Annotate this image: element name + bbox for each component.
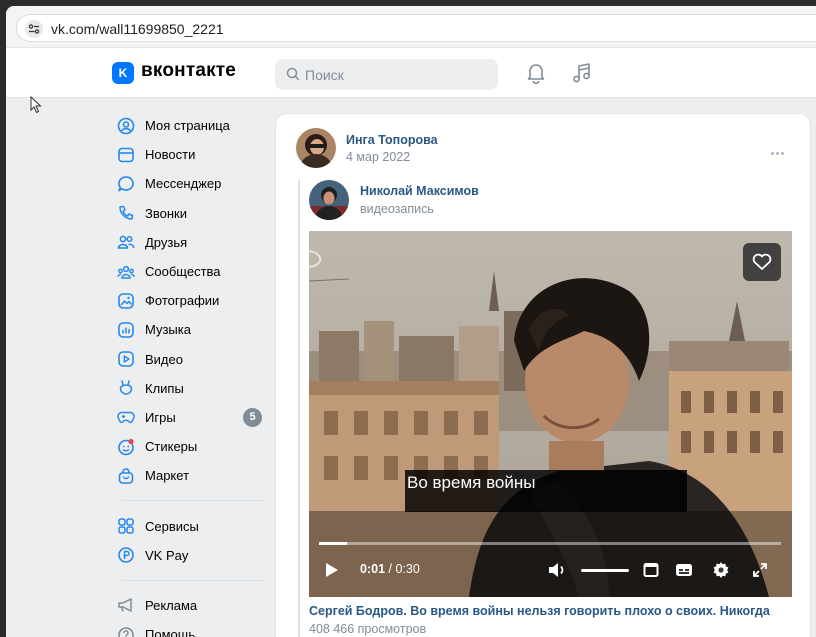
search-field[interactable]: Поиск xyxy=(275,59,498,90)
video-progress-fill xyxy=(319,542,347,545)
video-title-link[interactable]: Сергей Бодров. Во время войны нельзя гов… xyxy=(309,604,770,618)
video-icon xyxy=(116,349,136,369)
sidebar-item-market[interactable]: Маркет xyxy=(112,461,272,490)
heart-icon xyxy=(752,253,772,270)
notifications-bell-icon[interactable] xyxy=(526,62,546,84)
sticker-icon xyxy=(116,437,136,457)
sidebar-item-calls[interactable]: Звонки xyxy=(112,199,272,228)
sidebar-item-photos[interactable]: Фотографии xyxy=(112,286,272,315)
post-card: Инга Топорова 4 мар 2022 Николай Максимо… xyxy=(275,113,811,637)
volume-slider[interactable] xyxy=(581,569,629,572)
sidebar-item-label: VK Pay xyxy=(145,547,189,563)
services-icon xyxy=(116,516,136,536)
vk-logo-icon[interactable]: K xyxy=(112,62,134,84)
sidebar-item-label: Сервисы xyxy=(145,518,199,534)
user-circle-icon xyxy=(116,116,136,136)
browser-toolbar: vk.com/wall11699850_2221 xyxy=(6,6,816,48)
sidebar-item-communities[interactable]: Сообщества xyxy=(112,257,272,286)
sidebar-divider xyxy=(122,500,266,502)
address-bar[interactable]: vk.com/wall11699850_2221 xyxy=(16,14,816,42)
post-date[interactable]: 4 мар 2022 xyxy=(346,150,410,164)
sidebar-item-ads[interactable]: Реклама xyxy=(112,591,272,620)
sidebar-item-label: Клипы xyxy=(145,380,184,396)
mouse-cursor-icon xyxy=(30,96,42,114)
vkpay-icon xyxy=(116,545,136,565)
sidebar-item-label: Видео xyxy=(145,351,183,367)
repost-type-label: видеозапись xyxy=(360,202,434,216)
sidebar-item-label: Сообщества xyxy=(145,264,221,280)
sidebar-item-music[interactable]: Музыка xyxy=(112,315,272,344)
author-avatar[interactable] xyxy=(296,128,336,168)
sidebar-item-label: Музыка xyxy=(145,322,191,338)
post-author-name[interactable]: Инга Топорова xyxy=(346,133,438,147)
video-time-total: 0:30 xyxy=(395,562,420,576)
help-icon xyxy=(116,625,136,637)
games-count-badge: 5 xyxy=(243,407,262,427)
sidebar-item-label: Реклама xyxy=(145,597,198,613)
message-bubble-icon xyxy=(116,174,136,194)
photo-icon xyxy=(116,291,136,311)
sidebar-item-label: Новости xyxy=(145,147,196,163)
video-view-count: 408 466 просмотров xyxy=(309,622,427,636)
vk-header: K вконтакте Поиск xyxy=(6,48,816,98)
search-icon xyxy=(286,67,300,81)
sidebar-item-stickers[interactable]: Стикеры xyxy=(112,432,272,461)
settings-gear-icon[interactable] xyxy=(712,561,730,579)
bag-icon xyxy=(116,466,136,486)
sidebar-item-vkpay[interactable]: VK Pay xyxy=(112,541,272,570)
clips-icon xyxy=(116,378,136,398)
sidebar-item-label: Стикеры xyxy=(145,439,198,455)
subtitles-icon[interactable] xyxy=(675,562,693,578)
more-options-icon[interactable] xyxy=(771,142,789,155)
left-navigation: Моя страница Новости Мессенджер Звонки Д… xyxy=(112,111,272,637)
sidebar-item-my-page[interactable]: Моя страница xyxy=(112,111,272,140)
repost-author-avatar[interactable] xyxy=(309,180,349,220)
search-placeholder: Поиск xyxy=(305,67,344,83)
communities-icon xyxy=(116,262,136,282)
sidebar-item-help[interactable]: Помощь xyxy=(112,620,272,637)
sidebar-item-label: Маркет xyxy=(145,468,190,484)
theater-mode-icon[interactable] xyxy=(643,562,659,578)
repost-indicator xyxy=(298,180,300,637)
sidebar-item-label: Помощь xyxy=(145,627,196,637)
sidebar-item-clips[interactable]: Клипы xyxy=(112,374,272,403)
sidebar-item-friends[interactable]: Друзья xyxy=(112,228,272,257)
volume-icon[interactable] xyxy=(547,561,569,579)
play-icon[interactable] xyxy=(325,562,339,578)
sidebar-divider xyxy=(122,579,266,581)
gamepad-icon xyxy=(116,407,136,427)
music-note-icon[interactable] xyxy=(571,62,593,84)
fullscreen-icon[interactable] xyxy=(753,563,767,577)
sidebar-item-services[interactable]: Сервисы xyxy=(112,511,272,540)
sidebar-item-label: Игры xyxy=(145,409,176,425)
url-text[interactable]: vk.com/wall11699850_2221 xyxy=(51,21,224,37)
sidebar-item-label: Моя страница xyxy=(145,118,230,134)
subtitle-text: Во время войны xyxy=(407,473,536,492)
sidebar-item-video[interactable]: Видео xyxy=(112,345,272,374)
video-time-current: 0:01 xyxy=(360,562,386,576)
sidebar-item-news[interactable]: Новости xyxy=(112,140,272,169)
news-icon xyxy=(116,145,136,165)
video-player[interactable]: Во время войны 0:01 / 0:30 xyxy=(309,231,792,597)
browser-window: vk.com/wall11699850_2221 K вконтакте Пои… xyxy=(6,6,816,637)
sidebar-item-label: Мессенджер xyxy=(145,176,222,192)
video-subtitle: Во время войны xyxy=(405,470,687,512)
video-time-separator: / xyxy=(385,562,396,576)
sidebar-item-games[interactable]: Игры 5 xyxy=(112,403,272,432)
sidebar-item-label: Друзья xyxy=(145,234,188,250)
music-icon xyxy=(116,320,136,340)
like-video-button[interactable] xyxy=(743,243,781,281)
friends-icon xyxy=(116,232,136,252)
sidebar-item-messenger[interactable]: Мессенджер xyxy=(112,169,272,198)
site-settings-icon[interactable] xyxy=(25,20,43,38)
video-time: 0:01 / 0:30 xyxy=(360,562,420,576)
repost-author-name[interactable]: Николай Максимов xyxy=(360,184,479,198)
sidebar-item-label: Фотографии xyxy=(145,293,220,309)
megaphone-icon xyxy=(116,595,136,615)
vk-brand-name[interactable]: вконтакте xyxy=(141,60,236,82)
video-progress-bar[interactable] xyxy=(319,542,781,545)
sidebar-item-label: Звонки xyxy=(145,205,187,221)
phone-icon xyxy=(116,203,136,223)
